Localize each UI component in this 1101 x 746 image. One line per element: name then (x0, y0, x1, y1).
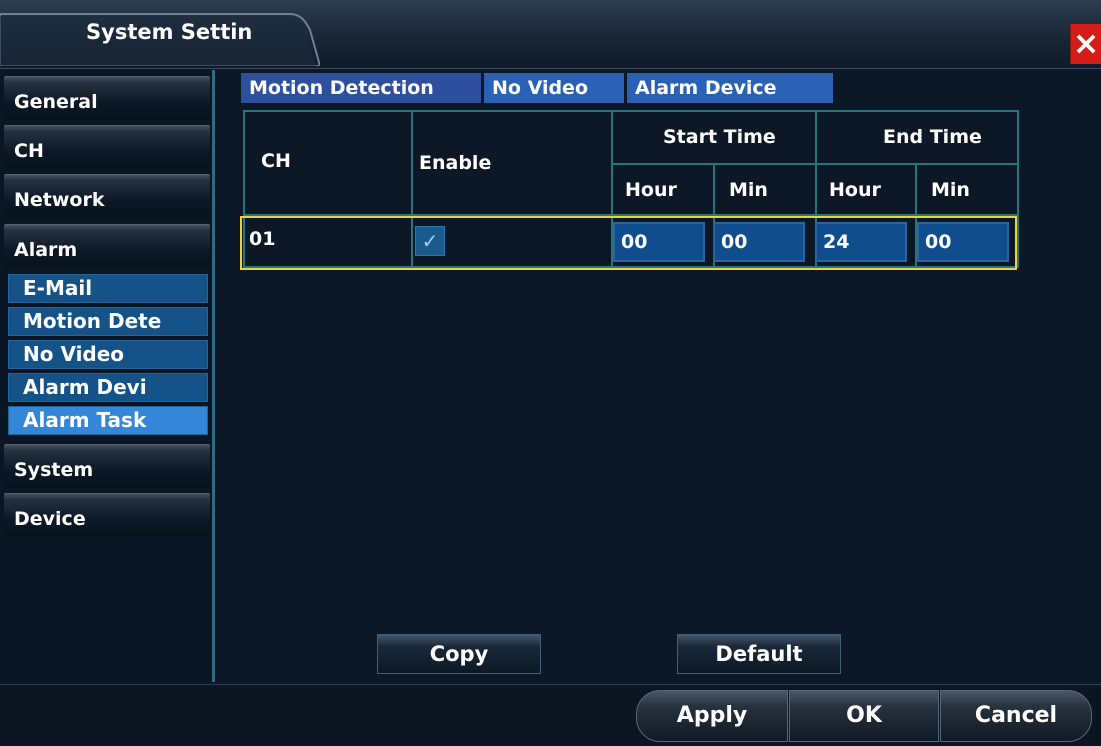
header-label: Hour (625, 179, 677, 201)
header-label: End Time (883, 126, 982, 148)
header-start-hour: Hour (611, 163, 715, 216)
header-label: Min (729, 179, 768, 201)
nav-item-network[interactable]: Network (4, 174, 210, 218)
copy-button[interactable]: Copy (377, 634, 541, 674)
header-label: Hour (829, 179, 881, 201)
nav-item-label: CH (14, 140, 44, 162)
header-start-min: Min (713, 163, 817, 216)
close-button[interactable]: × (1070, 24, 1101, 64)
nav-item-label: General (14, 91, 98, 113)
nav-item-device[interactable]: Device (4, 493, 210, 537)
nav-item-general[interactable]: General (4, 76, 210, 120)
cancel-button[interactable]: Cancel (940, 690, 1092, 742)
start-hour-input[interactable]: 00 (613, 222, 705, 262)
sub-item-no-video[interactable]: No Video (8, 340, 208, 369)
enable-checkbox[interactable]: ✓ (415, 226, 445, 256)
title-bar: System Settin × (0, 0, 1101, 69)
sub-item-alarm-device[interactable]: Alarm Devi (8, 373, 208, 402)
left-navigation: General CH Network Alarm E-Mail Motion D… (0, 70, 215, 682)
nav-item-label: System (14, 459, 94, 481)
header-label: Start Time (663, 126, 776, 148)
row-ch-value: 01 (249, 228, 276, 250)
start-min-input[interactable]: 00 (713, 222, 805, 262)
tab-alarm-device[interactable]: Alarm Device (627, 73, 833, 103)
nav-item-system[interactable]: System (4, 444, 210, 488)
header-ch: CH (243, 110, 413, 216)
header-label: Min (931, 179, 970, 201)
default-button[interactable]: Default (677, 634, 841, 674)
system-settings-window: System Settin × General CH Network Alarm… (0, 0, 1101, 746)
tab-no-video[interactable]: No Video (484, 73, 624, 103)
window-title: System Settin (86, 20, 253, 44)
sub-item-alarm-task[interactable]: Alarm Task (8, 406, 208, 435)
end-hour-input[interactable]: 24 (815, 222, 907, 262)
ok-button[interactable]: OK (789, 690, 939, 742)
end-min-input[interactable]: 00 (917, 222, 1009, 262)
header-label: Enable (419, 152, 492, 174)
header-label: CH (261, 150, 291, 172)
apply-button[interactable]: Apply (636, 690, 788, 742)
header-enable: Enable (411, 110, 613, 216)
sub-item-email[interactable]: E-Mail (8, 274, 208, 303)
tab-motion-detection[interactable]: Motion Detection (241, 73, 481, 103)
header-end-hour: Hour (815, 163, 917, 216)
nav-item-alarm[interactable]: Alarm (4, 224, 210, 268)
content-panel: Motion Detection No Video Alarm Device C… (215, 70, 1101, 682)
footer-bar: Apply OK Cancel (0, 684, 1101, 746)
nav-item-label: Network (14, 189, 105, 211)
sub-item-motion-detection[interactable]: Motion Dete (8, 307, 208, 336)
nav-item-ch[interactable]: CH (4, 125, 210, 169)
header-end-time: End Time (815, 110, 1019, 165)
nav-item-label: Alarm (14, 239, 78, 261)
nav-item-label: Device (14, 508, 86, 530)
header-end-min: Min (915, 163, 1019, 216)
header-start-time: Start Time (611, 110, 817, 165)
